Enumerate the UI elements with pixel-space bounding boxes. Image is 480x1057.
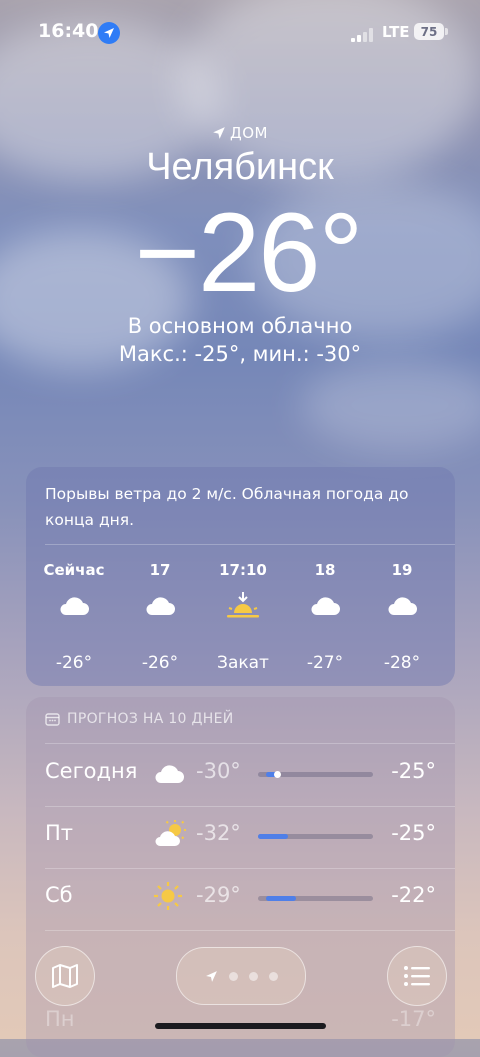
signal-icon [351,27,375,42]
status-time: 16:40 [38,20,99,42]
hour-temp: -26° [141,653,179,673]
day-high: -25° [391,821,436,845]
hour-item: Сейчас -26° [38,561,110,673]
sun-icon [154,882,182,910]
daily-title-text: ПРОГНОЗ НА 10 ДНЕЙ [67,711,234,727]
page-dot[interactable] [228,971,238,981]
temp-range-bar [258,771,373,778]
cloud-icon [388,597,417,615]
battery-tip [445,28,448,35]
location-label: ДОМ [0,124,480,142]
locations-list-button[interactable] [387,946,447,1006]
hour-time: 17 [149,561,171,579]
day-name: Пт [45,821,74,845]
current-temp-dot [274,771,281,778]
cloud-icon [311,597,340,615]
home-indicator[interactable] [155,1023,326,1029]
battery-icon: 75 [414,23,444,40]
daily-forecast-title: ПРОГНОЗ НА 10 ДНЕЙ [45,711,234,727]
location-services-icon [98,22,120,44]
day-name: Сб [45,883,73,907]
cloud-icon [146,597,175,615]
hour-item: 18 -27° [289,561,361,673]
hourly-forecast-card[interactable]: Порывы ветра до 2 м/с. Облачная погода д… [26,467,455,686]
divider [45,743,455,744]
day-high: -17° [391,1007,436,1031]
page-dot[interactable] [268,971,278,981]
temp-range-fill [258,834,288,839]
temp-range-bar [258,896,373,901]
hourly-summary: Порывы ветра до 2 м/с. Облачная погода д… [45,485,409,529]
city-name: Челябинск [146,146,334,188]
current-condition: В основном облачно [127,314,353,338]
day-high: -25° [391,759,436,783]
hour-temp: -26° [55,653,93,673]
calendar-icon [45,713,60,726]
cloud-icon [155,765,184,783]
day-row[interactable]: Пт -32° -25° [26,807,455,867]
day-row[interactable]: Сб -29° -22° [26,869,455,929]
day-low: -29° [196,883,241,907]
hour-time: 19 [391,561,413,579]
hour-time: 17:10 [219,561,267,579]
hour-time: 18 [314,561,336,579]
hour-item: 17 -26° [124,561,196,673]
hour-temp: -27° [306,653,344,673]
map-icon [52,964,78,988]
location-label-text: ДОМ [230,124,268,142]
day-high: -22° [391,883,436,907]
cloud-icon [60,597,89,615]
divider [45,544,455,545]
day-name: Пн [45,1007,75,1031]
high-low: Макс.: -25°, мин.: -30° [118,342,362,366]
hour-item: 17:10 Закат [207,561,279,673]
day-row[interactable]: Сегодня -30° -25° [26,745,455,805]
sunset-label: Закат [217,653,269,673]
location-pager[interactable] [176,947,306,1005]
hour-temp: -28° [383,653,421,673]
current-location-icon [205,970,217,982]
temp-range-bar [258,834,373,839]
sunset-icon [227,592,259,618]
page-dot[interactable] [248,971,258,981]
day-low: -32° [196,821,241,845]
temp-range-fill [266,896,296,901]
day-low: -30° [196,759,241,783]
current-temperature: −26° [134,190,364,315]
status-bar: 16:40 LTE 75 [0,0,480,60]
partly-sunny-icon [155,820,186,846]
divider [45,930,455,931]
day-name: Сегодня [45,759,138,783]
hour-item: 19 -28° [366,561,438,673]
location-arrow-icon [213,127,225,139]
map-button[interactable] [35,946,95,1006]
hour-time: Сейчас [43,561,105,579]
list-icon [404,966,430,986]
network-type: LTE [382,23,410,41]
